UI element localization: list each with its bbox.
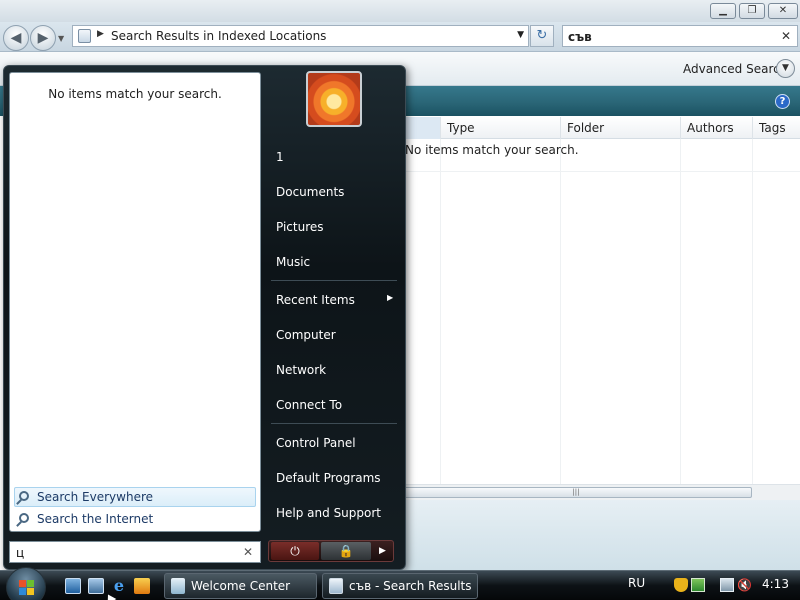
- breadcrumb-arrow-icon[interactable]: ▶: [97, 29, 104, 39]
- title-bar: ▁ ❐ ✕: [0, 0, 800, 22]
- taskbar-button-label: Welcome Center: [191, 579, 291, 593]
- address-bar[interactable]: ▶ Search Results in Indexed Locations ▼: [72, 25, 529, 47]
- internet-explorer-icon[interactable]: e: [111, 578, 127, 594]
- start-search-value: ц: [16, 546, 25, 560]
- close-button[interactable]: ✕: [768, 3, 798, 19]
- menu-item-control-panel[interactable]: Control Panel: [276, 436, 356, 450]
- menu-item-pictures[interactable]: Pictures: [276, 220, 324, 234]
- horizontal-scrollbar[interactable]: |||: [400, 484, 800, 500]
- search-icon: [19, 491, 29, 501]
- clear-search-icon[interactable]: ✕: [243, 545, 253, 559]
- navigation-bar: ◀ ▶ ▼ ▶ Search Results in Indexed Locati…: [0, 22, 800, 52]
- search-folder-icon: [78, 29, 91, 43]
- menu-item-recent-items[interactable]: Recent Items: [276, 293, 355, 307]
- back-button[interactable]: ◀: [3, 25, 29, 51]
- search-internet-link[interactable]: Search the Internet: [14, 509, 256, 529]
- menu-item-connect-to[interactable]: Connect To: [276, 398, 342, 412]
- menu-separator: [271, 423, 397, 424]
- search-icon: [19, 513, 29, 523]
- menu-item-music[interactable]: Music: [276, 255, 310, 269]
- taskbar-button-welcome-center[interactable]: Welcome Center: [164, 573, 317, 599]
- taskbar-button-search-results[interactable]: съв - Search Results ...: [322, 573, 478, 599]
- windows-logo-icon: [27, 580, 34, 587]
- power-button[interactable]: ⏻: [271, 542, 319, 560]
- file-list[interactable]: No items match your search.: [400, 139, 800, 484]
- column-tags[interactable]: Tags: [752, 117, 800, 139]
- switch-windows-icon[interactable]: [88, 578, 104, 594]
- menu-item-computer[interactable]: Computer: [276, 328, 336, 342]
- power-options-arrow-icon[interactable]: ▶: [373, 542, 392, 560]
- network-icon[interactable]: [691, 578, 705, 592]
- maximize-button[interactable]: ❐: [739, 3, 765, 19]
- forward-button[interactable]: ▶: [30, 25, 56, 51]
- search-everywhere-link[interactable]: Search Everywhere: [14, 487, 256, 507]
- recent-pages-dropdown[interactable]: ▼: [58, 34, 64, 43]
- taskbar-button-label: съв - Search Results ...: [349, 579, 472, 593]
- security-shield-icon[interactable]: [674, 578, 688, 592]
- advanced-search-toggle[interactable]: ▼: [776, 59, 795, 78]
- menu-item-user[interactable]: 1: [276, 150, 284, 164]
- submenu-arrow-icon: ▶: [387, 293, 394, 302]
- menu-item-default-programs[interactable]: Default Programs: [276, 471, 381, 485]
- column-authors[interactable]: Authors: [680, 117, 752, 139]
- search-folder-icon: [329, 578, 343, 594]
- scrollbar-thumb[interactable]: |||: [400, 487, 752, 498]
- empty-results-message: No items match your search.: [405, 143, 579, 157]
- start-menu-results-pane: No items match your search. Search Every…: [9, 72, 261, 532]
- column-divider: [560, 139, 561, 484]
- menu-item-network[interactable]: Network: [276, 363, 326, 377]
- windows-logo-icon: [19, 580, 26, 587]
- column-divider: [680, 139, 681, 484]
- column-name[interactable]: [400, 117, 440, 139]
- search-internet-label: Search the Internet: [37, 512, 154, 526]
- language-indicator[interactable]: RU: [628, 576, 645, 590]
- search-input[interactable]: съв ✕: [562, 25, 798, 47]
- minimize-button[interactable]: ▁: [710, 3, 736, 19]
- column-header: Type Folder Authors Tags: [400, 117, 800, 139]
- advanced-search-label[interactable]: Advanced Search: [683, 62, 787, 76]
- taskbar: e Welcome Center съв - Search Results ..…: [0, 567, 800, 600]
- help-icon[interactable]: ?: [775, 94, 790, 109]
- windows-logo-icon: [19, 588, 26, 595]
- windows-logo-icon: [27, 588, 34, 595]
- search-input-value: съв: [568, 30, 592, 44]
- volume-muted-icon[interactable]: 🔇: [737, 578, 752, 592]
- menu-item-documents[interactable]: Documents: [276, 185, 344, 199]
- show-desktop-icon[interactable]: [65, 578, 81, 594]
- network-disconnected-icon[interactable]: [720, 578, 734, 592]
- refresh-button[interactable]: ↻: [530, 25, 554, 47]
- start-button[interactable]: [6, 567, 46, 600]
- clear-search-icon[interactable]: ✕: [781, 29, 791, 43]
- column-divider: [752, 139, 753, 484]
- address-dropdown-icon[interactable]: ▼: [517, 30, 524, 40]
- address-text: Search Results in Indexed Locations: [111, 29, 327, 43]
- row-divider: [400, 171, 800, 172]
- clock[interactable]: 4:13: [762, 577, 789, 591]
- menu-separator: [271, 280, 397, 281]
- column-type[interactable]: Type: [440, 117, 560, 139]
- menu-item-help-support[interactable]: Help and Support: [276, 506, 381, 520]
- column-folder[interactable]: Folder: [560, 117, 680, 139]
- details-pane: [400, 500, 800, 570]
- search-everywhere-label: Search Everywhere: [37, 490, 153, 504]
- lock-button[interactable]: 🔒: [321, 542, 371, 560]
- user-picture[interactable]: [306, 71, 362, 127]
- no-results-message: No items match your search.: [48, 87, 222, 101]
- start-search-input[interactable]: ц ✕: [9, 541, 261, 563]
- welcome-center-icon: [171, 578, 185, 594]
- start-menu: No items match your search. Search Every…: [3, 65, 406, 570]
- power-controls: ⏻ 🔒 ▶: [268, 540, 394, 562]
- media-player-icon[interactable]: [134, 578, 150, 594]
- column-divider: [440, 139, 441, 484]
